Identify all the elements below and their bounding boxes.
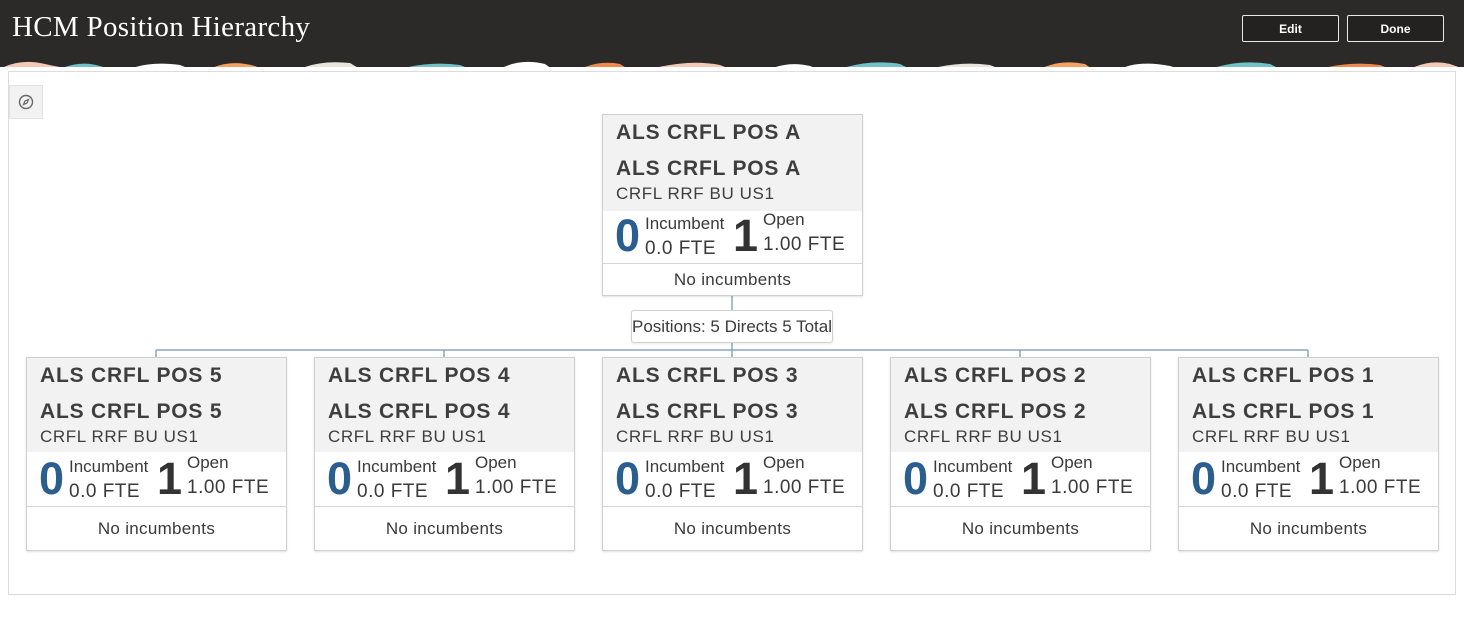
open-count: 1 <box>1021 453 1047 504</box>
open-count: 1 <box>157 453 183 504</box>
business-unit: CRFL RRF BU US1 <box>616 184 775 203</box>
position-card[interactable]: ALS CRFL POS 3 ALS CRFL POS 3 CRFL RRF B… <box>602 357 863 551</box>
open-count: 1 <box>1309 453 1335 504</box>
position-title: ALS CRFL POS 3 <box>616 364 799 387</box>
incumbents-footer[interactable]: No incumbents <box>315 506 574 550</box>
position-title: ALS CRFL POS 2 <box>904 364 1087 387</box>
position-name: ALS CRFL POS 4 <box>328 400 511 423</box>
incumbent-count: 0 <box>1191 453 1217 504</box>
incumbent-fte: 0.0 FTE <box>645 481 717 502</box>
incumbents-footer[interactable]: No incumbents <box>891 506 1150 550</box>
incumbent-label: Incumbent <box>933 457 1013 476</box>
open-fte: 1.00 FTE <box>1339 477 1422 498</box>
incumbent-count: 0 <box>903 453 929 504</box>
open-label: Open <box>1339 453 1381 472</box>
position-card[interactable]: ALS CRFL POS 5 ALS CRFL POS 5 CRFL RRF B… <box>26 357 287 551</box>
positions-summary[interactable]: Positions: 5 Directs 5 Total <box>631 310 833 343</box>
incumbent-label: Incumbent <box>645 214 725 233</box>
page-title: HCM Position Hierarchy <box>12 11 311 43</box>
incumbent-count: 0 <box>327 453 353 504</box>
open-fte: 1.00 FTE <box>187 477 270 498</box>
edit-button[interactable]: Edit <box>1242 15 1339 42</box>
open-count: 1 <box>733 210 759 261</box>
position-title: ALS CRFL POS 5 <box>40 364 223 387</box>
open-count: 1 <box>733 453 759 504</box>
incumbents-footer[interactable]: No incumbents <box>603 506 862 550</box>
open-label: Open <box>763 453 805 472</box>
done-button[interactable]: Done <box>1347 15 1444 42</box>
position-name: ALS CRFL POS A <box>616 157 802 180</box>
position-title: ALS CRFL POS 1 <box>1192 364 1375 387</box>
incumbent-fte: 0.0 FTE <box>1221 481 1293 502</box>
incumbent-label: Incumbent <box>69 457 149 476</box>
incumbents-footer[interactable]: No incumbents <box>27 506 286 550</box>
app-header: HCM Position Hierarchy Edit Done <box>0 0 1464 56</box>
incumbent-count: 0 <box>615 453 641 504</box>
incumbent-fte: 0.0 FTE <box>357 481 429 502</box>
open-label: Open <box>1051 453 1093 472</box>
open-fte: 1.00 FTE <box>475 477 558 498</box>
business-unit: CRFL RRF BU US1 <box>1192 427 1351 446</box>
incumbent-count: 0 <box>39 453 65 504</box>
position-card-root[interactable]: ALS CRFL POS A ALS CRFL POS A CRFL RRF B… <box>602 114 863 296</box>
business-unit: CRFL RRF BU US1 <box>904 427 1063 446</box>
open-label: Open <box>475 453 517 472</box>
position-name: ALS CRFL POS 3 <box>616 400 799 423</box>
open-label: Open <box>763 210 805 229</box>
open-fte: 1.00 FTE <box>1051 477 1134 498</box>
position-title: ALS CRFL POS A <box>616 121 802 144</box>
incumbent-label: Incumbent <box>645 457 725 476</box>
open-fte: 1.00 FTE <box>763 477 846 498</box>
incumbent-fte: 0.0 FTE <box>933 481 1005 502</box>
incumbent-label: Incumbent <box>1221 457 1301 476</box>
position-title: ALS CRFL POS 4 <box>328 364 511 387</box>
compass-icon[interactable] <box>9 85 43 119</box>
incumbent-fte: 0.0 FTE <box>645 238 717 259</box>
incumbent-fte: 0.0 FTE <box>69 481 141 502</box>
business-unit: CRFL RRF BU US1 <box>616 427 775 446</box>
incumbent-label: Incumbent <box>357 457 437 476</box>
position-name: ALS CRFL POS 2 <box>904 400 1087 423</box>
position-card[interactable]: ALS CRFL POS 2 ALS CRFL POS 2 CRFL RRF B… <box>890 357 1151 551</box>
position-name: ALS CRFL POS 1 <box>1192 400 1375 423</box>
decorative-banner <box>0 56 1464 67</box>
position-name: ALS CRFL POS 5 <box>40 400 223 423</box>
incumbents-footer[interactable]: No incumbents <box>603 263 862 295</box>
open-fte: 1.00 FTE <box>763 234 846 255</box>
incumbent-count: 0 <box>615 210 641 261</box>
incumbents-footer[interactable]: No incumbents <box>1179 506 1438 550</box>
business-unit: CRFL RRF BU US1 <box>328 427 487 446</box>
open-count: 1 <box>445 453 471 504</box>
position-card[interactable]: ALS CRFL POS 4 ALS CRFL POS 4 CRFL RRF B… <box>314 357 575 551</box>
position-card[interactable]: ALS CRFL POS 1 ALS CRFL POS 1 CRFL RRF B… <box>1178 357 1439 551</box>
business-unit: CRFL RRF BU US1 <box>40 427 199 446</box>
open-label: Open <box>187 453 229 472</box>
